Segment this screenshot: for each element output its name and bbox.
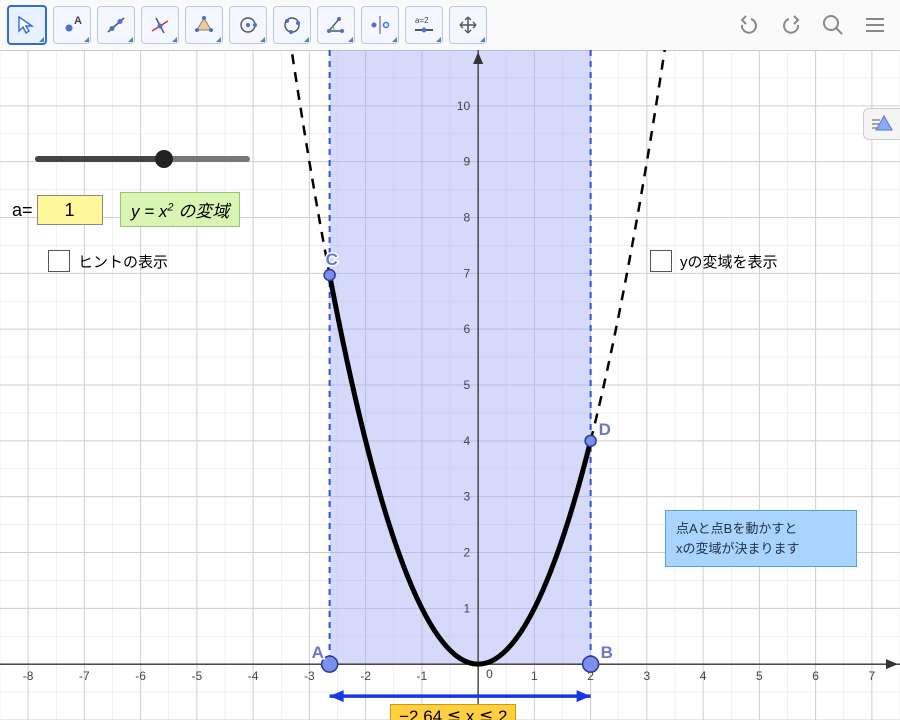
checkbox-icon[interactable] [650, 250, 672, 272]
info-line2: xの変域が決まります [676, 541, 800, 556]
info-line1: 点Aと点Bを動かすと [676, 521, 797, 536]
svg-text:C: C [326, 250, 338, 269]
svg-text:-2: -2 [360, 669, 371, 683]
svg-text:2: 2 [463, 546, 470, 560]
tool-slider[interactable]: a=2 [405, 6, 443, 44]
svg-text:D: D [599, 420, 611, 439]
svg-text:6: 6 [463, 322, 470, 336]
svg-text:0: 0 [486, 667, 493, 681]
menu-icon[interactable] [858, 8, 892, 42]
redo-icon[interactable] [774, 8, 808, 42]
svg-text:-7: -7 [79, 669, 90, 683]
side-panel-toggle[interactable] [863, 108, 900, 140]
svg-text:A: A [312, 643, 324, 662]
toolbar: A a=2 [0, 0, 900, 51]
tool-line[interactable] [97, 6, 135, 44]
svg-text:3: 3 [644, 669, 651, 683]
svg-text:-5: -5 [192, 669, 203, 683]
domain-label: −2.64 ≦ x ≦ 2 [390, 704, 516, 720]
svg-text:8: 8 [463, 211, 470, 225]
graphics-view[interactable]: -8-7-6-5-4-3-2-11234567123456789100ABCD … [0, 50, 900, 720]
a-label: a= [12, 200, 33, 221]
a-param: a= [12, 195, 103, 225]
svg-text:9: 9 [463, 155, 470, 169]
checkbox-show-range[interactable]: yの変域を表示 [650, 250, 778, 272]
checkbox-icon[interactable] [48, 250, 70, 272]
svg-text:B: B [601, 643, 613, 662]
a-slider[interactable] [35, 150, 250, 168]
svg-text:5: 5 [756, 669, 763, 683]
info-box: 点Aと点Bを動かすと xの変域が決まります [665, 510, 857, 567]
svg-text:5: 5 [463, 378, 470, 392]
tool-perpendicular[interactable] [141, 6, 179, 44]
a-input[interactable] [37, 195, 103, 225]
tool-polygon[interactable] [185, 6, 223, 44]
svg-text:a=2: a=2 [415, 16, 429, 25]
checkbox-hint[interactable]: ヒントの表示 [48, 250, 168, 272]
tool-reflect[interactable] [361, 6, 399, 44]
tool-point[interactable]: A [53, 6, 91, 44]
checkbox-hint-label: ヒントの表示 [78, 251, 168, 272]
function-label: y = x2 の変域 [120, 192, 240, 227]
search-icon[interactable] [816, 8, 850, 42]
svg-text:6: 6 [812, 669, 819, 683]
svg-text:-8: -8 [23, 669, 34, 683]
svg-text:10: 10 [457, 99, 471, 113]
svg-text:1: 1 [463, 601, 470, 615]
svg-text:-1: -1 [417, 669, 428, 683]
tool-move-view[interactable] [449, 6, 487, 44]
svg-text:A: A [74, 15, 82, 27]
svg-text:-3: -3 [304, 669, 315, 683]
checkbox-range-label: yの変域を表示 [680, 251, 778, 272]
svg-text:-4: -4 [248, 669, 259, 683]
svg-text:4: 4 [700, 669, 707, 683]
tool-move[interactable] [7, 5, 47, 45]
tool-circle-center[interactable] [229, 6, 267, 44]
svg-text:7: 7 [869, 669, 876, 683]
slider-knob[interactable] [155, 150, 173, 168]
svg-text:-6: -6 [135, 669, 146, 683]
tool-circle-3pt[interactable] [273, 6, 311, 44]
svg-text:4: 4 [463, 434, 470, 448]
undo-icon[interactable] [732, 8, 766, 42]
tool-angle[interactable] [317, 6, 355, 44]
svg-text:7: 7 [463, 266, 470, 280]
svg-text:1: 1 [531, 669, 538, 683]
svg-text:3: 3 [463, 490, 470, 504]
